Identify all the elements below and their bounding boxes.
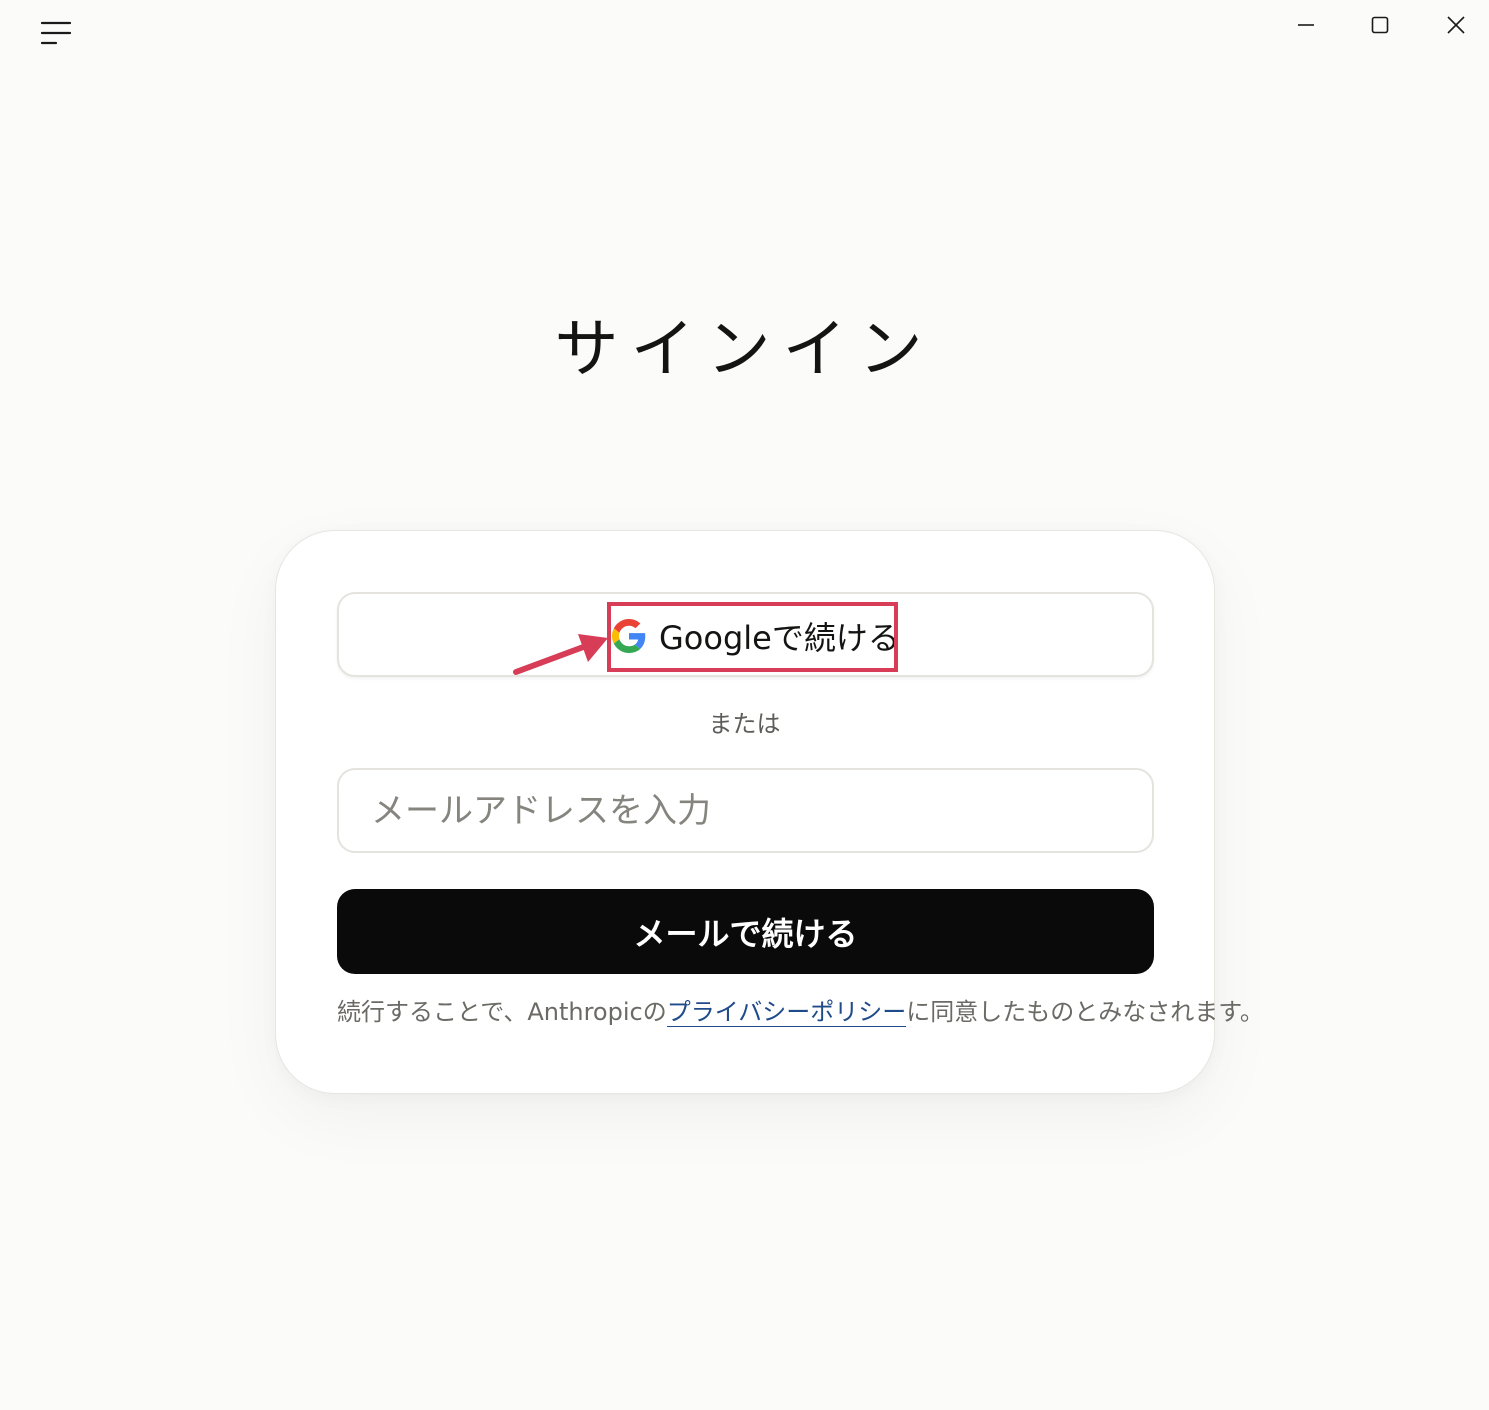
annotation-highlight-box [607,602,898,672]
legal-prefix: 続行することで、Anthropicの [337,998,667,1026]
hamburger-menu-icon [40,21,72,45]
email-input[interactable] [337,768,1154,853]
privacy-policy-link[interactable]: プライバシーポリシー [666,998,907,1027]
annotation-arrow-icon [513,634,608,675]
minimize-icon [1298,24,1314,26]
legal-suffix: に同意したものとみなされます。 [906,998,1264,1026]
close-button[interactable] [1434,6,1478,44]
menu-button[interactable] [38,18,78,50]
email-continue-button[interactable]: メールで続ける [337,889,1154,974]
maximize-button[interactable] [1358,6,1402,44]
page-title: サインイン [554,313,935,387]
close-icon [1447,16,1465,34]
or-separator: または [708,710,781,738]
minimize-button[interactable] [1284,6,1328,44]
maximize-icon [1371,16,1389,34]
legal-notice: 続行することで、Anthropicのプライバシーポリシーに同意したものとみなされ… [337,994,1264,1030]
